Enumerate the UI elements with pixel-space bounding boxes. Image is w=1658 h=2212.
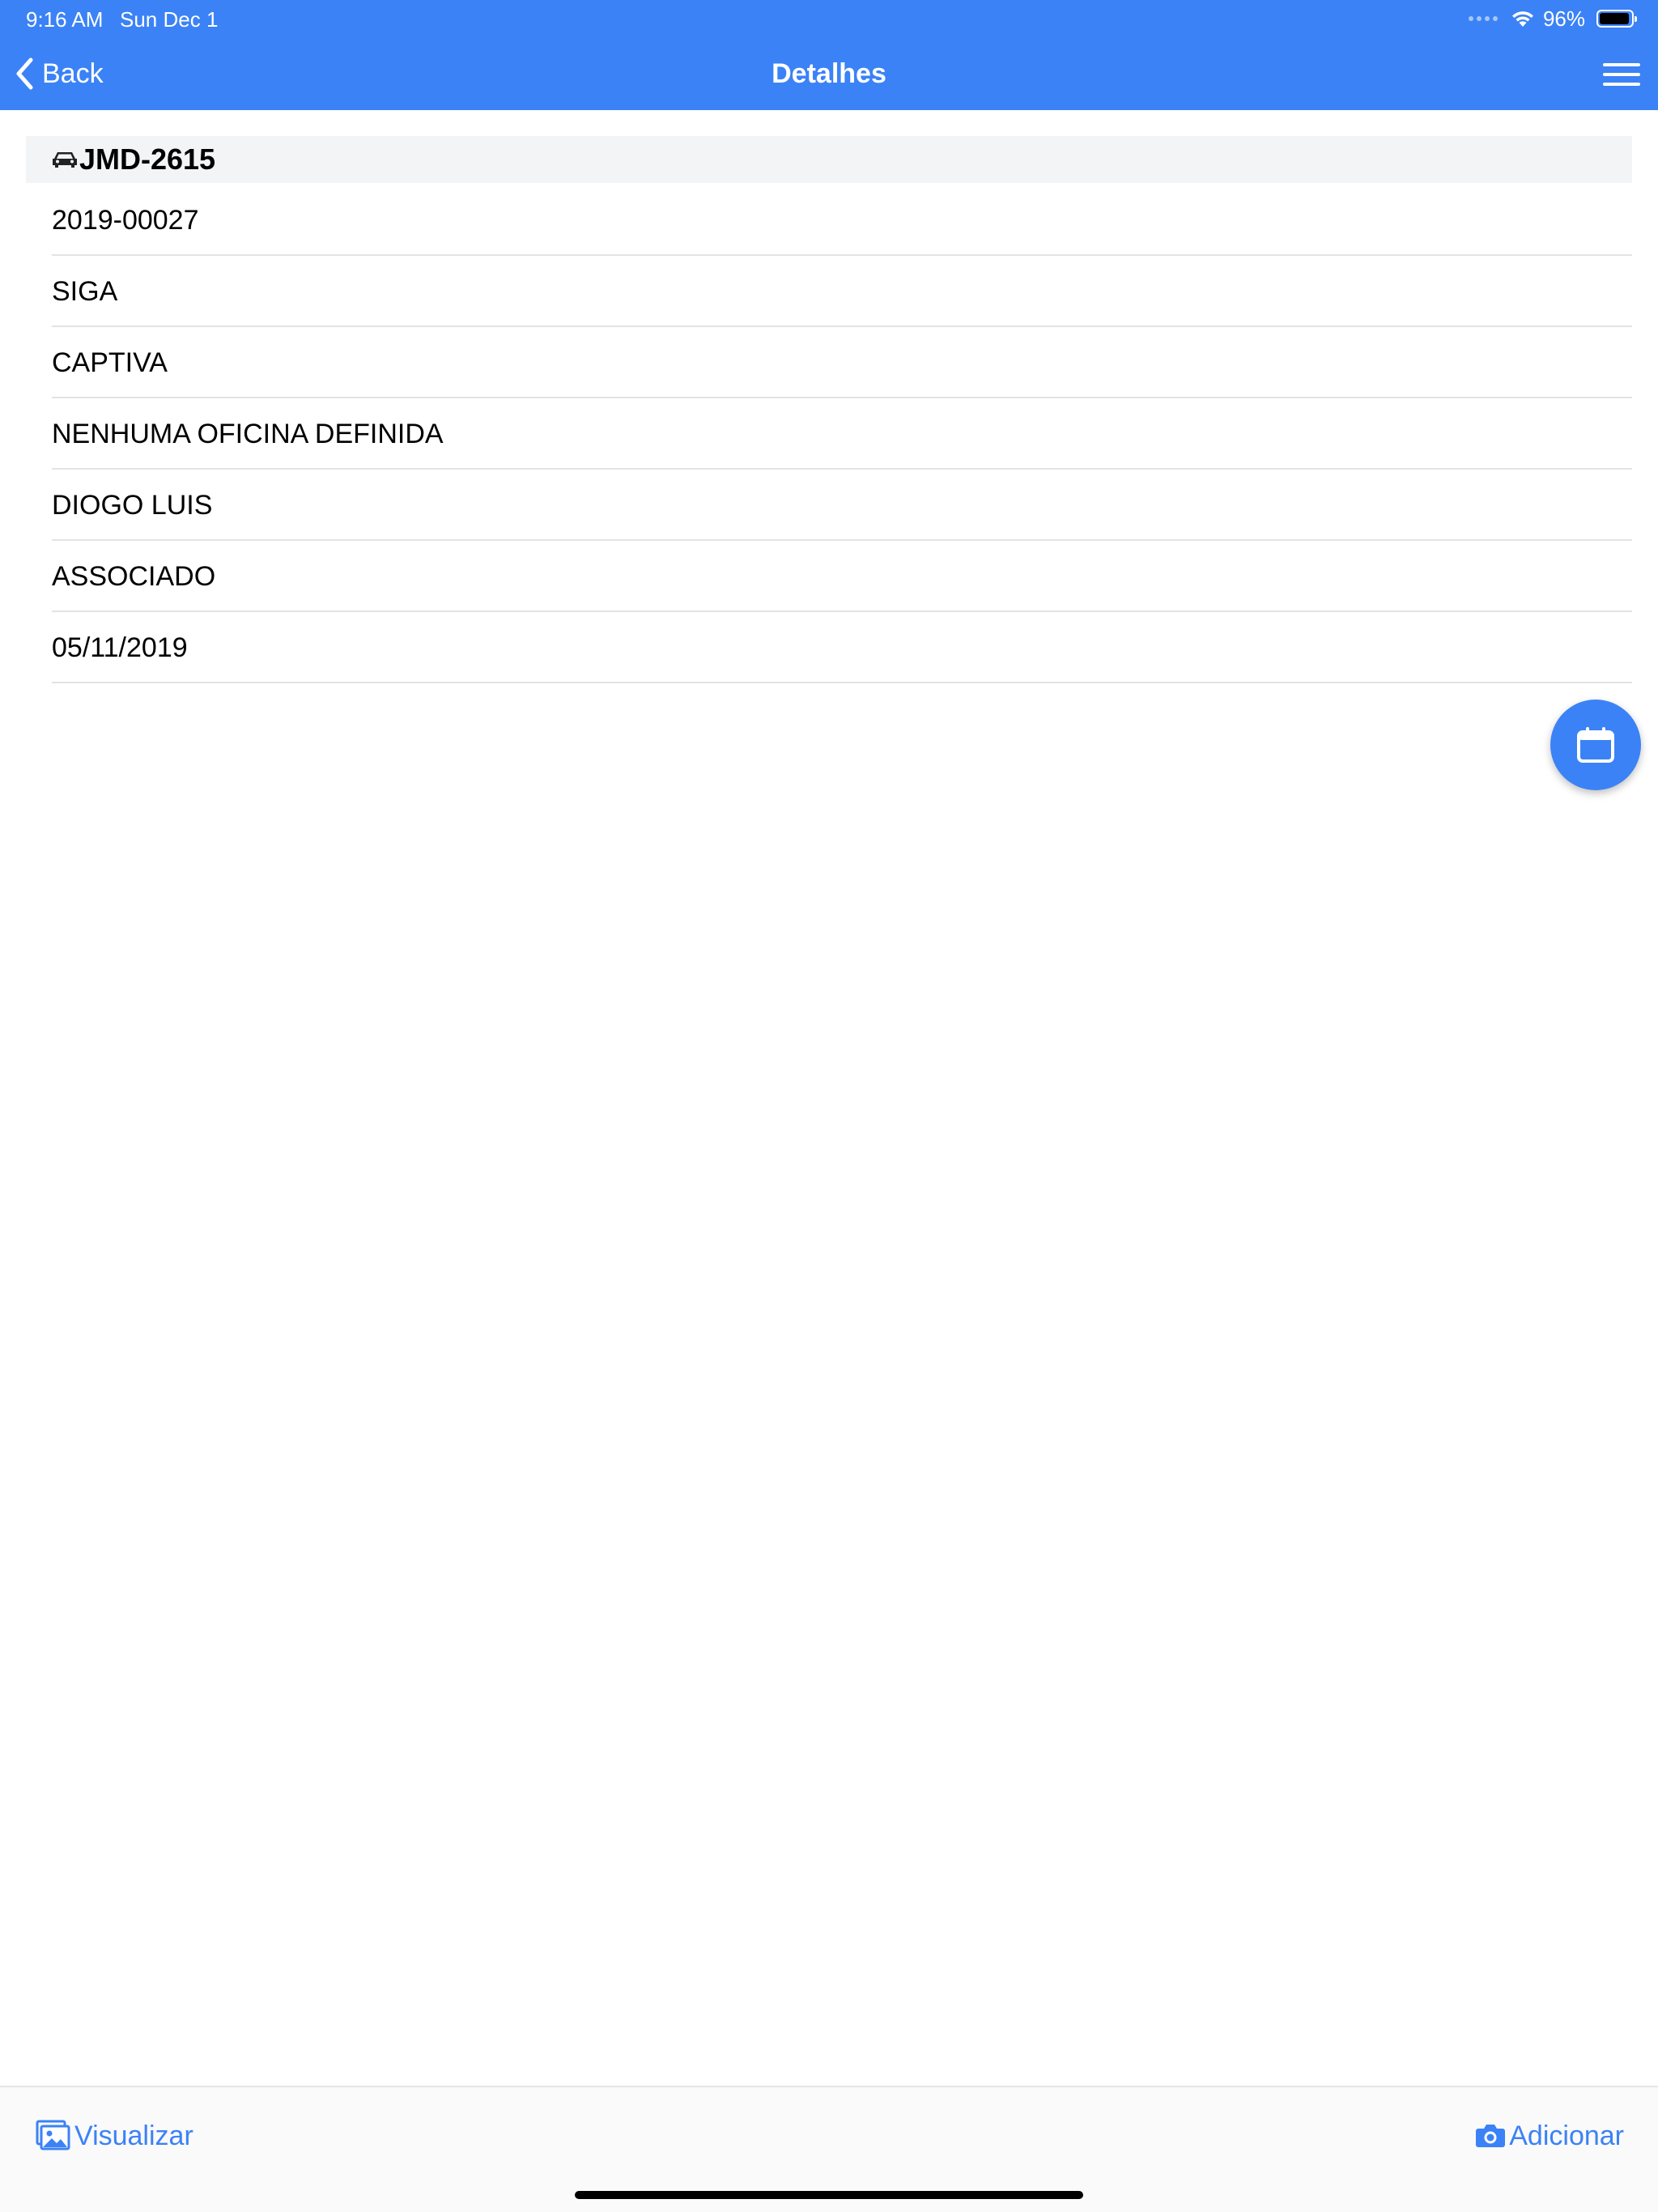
detail-item-workshop: NENHUMA OFICINA DEFINIDA: [52, 398, 1632, 470]
camera-icon: [1476, 2125, 1506, 2147]
view-photos-label: Visualizar: [74, 2120, 193, 2151]
top-bar: 9:16 AM Sun Dec 1 96% Back Detalhes: [0, 0, 1658, 110]
vehicle-plate: JMD-2615: [79, 143, 216, 176]
add-photo-label: Adicionar: [1509, 2120, 1624, 2151]
detail-item-model: CAPTIVA: [52, 327, 1632, 398]
back-button-label: Back: [42, 57, 104, 89]
add-photo-button[interactable]: Adicionar: [1475, 2116, 1624, 2155]
detail-item-system: SIGA: [52, 256, 1632, 327]
page-title: Detalhes: [772, 58, 886, 89]
details-list: 2019-00027 SIGA CAPTIVA NENHUMA OFICINA …: [52, 185, 1632, 683]
battery-percent: 96%: [1542, 6, 1585, 31]
status-time: 9:16 AM: [26, 7, 104, 32]
status-indicators: 96%: [1468, 5, 1637, 32]
hamburger-menu-icon[interactable]: [1603, 58, 1640, 91]
cellular-signal-icon: [1468, 16, 1498, 21]
back-button[interactable]: Back: [15, 53, 104, 94]
chevron-left-icon: [16, 57, 33, 90]
detail-item-process-number: 2019-00027: [52, 185, 1632, 256]
wifi-icon: [1511, 11, 1533, 27]
detail-item-owner: DIOGO LUIS: [52, 470, 1632, 541]
detail-item-date: 05/11/2019: [52, 612, 1632, 683]
status-date: Sun Dec 1: [120, 7, 219, 32]
battery-icon: [1596, 10, 1637, 28]
battery-level-fill: [1600, 13, 1629, 24]
view-photos-button[interactable]: Visualizar: [36, 2116, 193, 2155]
car-icon: [53, 152, 77, 168]
detail-item-type: ASSOCIADO: [52, 541, 1632, 612]
vehicle-section-header: JMD-2615: [26, 136, 1632, 183]
calendar-icon: [1577, 727, 1614, 763]
home-indicator[interactable]: [575, 2191, 1083, 2199]
photo-gallery-icon: [36, 2120, 70, 2150]
calendar-fab-button[interactable]: [1550, 700, 1641, 790]
page-title-container: Detalhes: [0, 53, 1658, 94]
